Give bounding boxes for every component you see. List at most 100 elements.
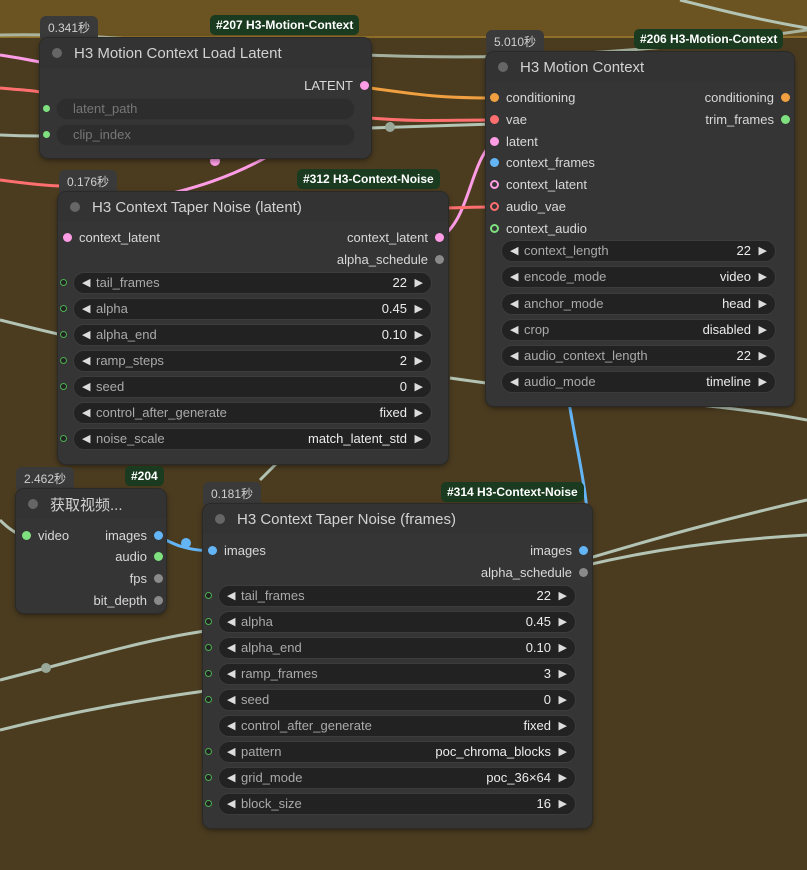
previous-arrow-icon[interactable]: ◀ — [510, 267, 518, 287]
float-pin-icon[interactable] — [154, 574, 163, 583]
widget-input-pin-icon[interactable] — [205, 696, 212, 703]
widget-alpha[interactable]: ◀ alpha 0.45 ▶ — [205, 611, 576, 633]
node-206-title-bar[interactable]: H3 Motion Context — [486, 52, 794, 82]
latent-pin-icon[interactable] — [360, 81, 369, 90]
output-bit-depth[interactable]: bit_depth — [94, 591, 163, 611]
widget-tail-frames[interactable]: ◀ tail_frames 22 ▶ — [205, 585, 576, 607]
widget-encode-mode[interactable]: ◀ encode_mode video ▶ — [501, 266, 776, 288]
increment-arrow-icon[interactable]: ▶ — [559, 638, 567, 658]
input-context-audio[interactable]: context_audio — [490, 219, 587, 239]
widget-anchor-mode[interactable]: ◀ anchor_mode head ▶ — [501, 293, 776, 315]
widget-input-pin-icon[interactable] — [205, 592, 212, 599]
input-context-latent[interactable]: context_latent — [490, 175, 587, 195]
node-207-title-bar[interactable]: H3 Motion Context Load Latent — [40, 38, 371, 68]
int-pin-icon[interactable] — [781, 115, 790, 124]
decrement-arrow-icon[interactable]: ◀ — [227, 664, 235, 684]
image-pin-icon[interactable] — [154, 531, 163, 540]
widget-context-length[interactable]: ◀ context_length 22 ▶ — [501, 240, 776, 262]
decrement-arrow-icon[interactable]: ◀ — [227, 638, 235, 658]
decrement-arrow-icon[interactable]: ◀ — [510, 346, 518, 366]
widget-input-pin-icon[interactable] — [60, 305, 67, 312]
widget-input-pin-icon[interactable] — [43, 105, 50, 112]
widget-audio-context-length[interactable]: ◀ audio_context_length 22 ▶ — [501, 345, 776, 367]
widget-clip-index[interactable]: clip_index — [43, 124, 355, 146]
previous-arrow-icon[interactable]: ◀ — [227, 742, 235, 762]
decrement-arrow-icon[interactable]: ◀ — [82, 299, 90, 319]
next-arrow-icon[interactable]: ▶ — [759, 267, 767, 287]
widget-input-pin-icon[interactable] — [60, 331, 67, 338]
next-arrow-icon[interactable]: ▶ — [759, 320, 767, 340]
widget-alpha[interactable]: ◀ alpha 0.45 ▶ — [60, 298, 432, 320]
next-arrow-icon[interactable]: ▶ — [759, 294, 767, 314]
widget-audio-mode[interactable]: ◀ audio_mode timeline ▶ — [501, 371, 776, 393]
widget-alpha-end[interactable]: ◀ alpha_end 0.10 ▶ — [205, 637, 576, 659]
widget-input-pin-icon[interactable] — [205, 618, 212, 625]
widget-input-pin-icon[interactable] — [205, 644, 212, 651]
widget-input-pin-icon[interactable] — [43, 131, 50, 138]
widget-seed[interactable]: ◀ seed 0 ▶ — [205, 689, 576, 711]
input-audio-vae[interactable]: audio_vae — [490, 197, 566, 217]
output-alpha-schedule[interactable]: alpha_schedule — [481, 563, 588, 583]
decrement-arrow-icon[interactable]: ◀ — [227, 794, 235, 814]
increment-arrow-icon[interactable]: ▶ — [415, 325, 423, 345]
previous-arrow-icon[interactable]: ◀ — [82, 403, 90, 423]
next-arrow-icon[interactable]: ▶ — [415, 403, 423, 423]
previous-arrow-icon[interactable]: ◀ — [510, 294, 518, 314]
increment-arrow-icon[interactable]: ▶ — [415, 273, 423, 293]
widget-control-after-generate[interactable]: ◀ control_after_generate fixed ▶ — [73, 402, 432, 424]
widget-input-pin-icon[interactable] — [205, 748, 212, 755]
increment-arrow-icon[interactable]: ▶ — [759, 241, 767, 261]
widget-seed[interactable]: ◀ seed 0 ▶ — [60, 376, 432, 398]
widget-input-pin-icon[interactable] — [60, 279, 67, 286]
image-pin-icon[interactable] — [208, 546, 217, 555]
collapse-dot-icon[interactable] — [498, 62, 508, 72]
latent-pin-icon[interactable] — [63, 233, 72, 242]
increment-arrow-icon[interactable]: ▶ — [415, 351, 423, 371]
node-207-load-latent[interactable]: H3 Motion Context Load Latent LATENT lat… — [40, 38, 371, 158]
decrement-arrow-icon[interactable]: ◀ — [82, 377, 90, 397]
widget-input-pin-icon[interactable] — [60, 357, 67, 364]
input-video[interactable]: video — [22, 526, 69, 546]
node-312-taper-noise-latent[interactable]: H3 Context Taper Noise (latent) context_… — [58, 192, 448, 464]
widget-control-after-generate[interactable]: ◀ control_after_generate fixed ▶ — [218, 715, 576, 737]
float-pin-icon[interactable] — [579, 568, 588, 577]
decrement-arrow-icon[interactable]: ◀ — [82, 351, 90, 371]
node-312-title-bar[interactable]: H3 Context Taper Noise (latent) — [58, 192, 448, 222]
widget-tail-frames[interactable]: ◀ tail_frames 22 ▶ — [60, 272, 432, 294]
output-latent[interactable]: LATENT — [304, 76, 369, 96]
output-trim-frames[interactable]: trim_frames — [705, 110, 790, 130]
input-vae[interactable]: vae — [490, 110, 527, 130]
audio-optional-pin-icon[interactable] — [490, 224, 499, 233]
output-fps[interactable]: fps — [130, 569, 163, 589]
input-latent[interactable]: latent — [490, 132, 538, 152]
output-images[interactable]: images — [530, 541, 588, 561]
next-arrow-icon[interactable]: ▶ — [559, 742, 567, 762]
collapse-dot-icon[interactable] — [215, 514, 225, 524]
increment-arrow-icon[interactable]: ▶ — [415, 299, 423, 319]
audio-pin-icon[interactable] — [154, 552, 163, 561]
increment-arrow-icon[interactable]: ▶ — [559, 612, 567, 632]
collapse-dot-icon[interactable] — [70, 202, 80, 212]
video-pin-icon[interactable] — [22, 531, 31, 540]
latent-pin-icon[interactable] — [490, 137, 499, 146]
input-context-frames[interactable]: context_frames — [490, 153, 595, 173]
next-arrow-icon[interactable]: ▶ — [415, 429, 423, 449]
output-images[interactable]: images — [105, 526, 163, 546]
decrement-arrow-icon[interactable]: ◀ — [82, 273, 90, 293]
widget-block-size[interactable]: ◀ block_size 16 ▶ — [205, 793, 576, 815]
input-conditioning[interactable]: conditioning — [490, 88, 575, 108]
collapse-dot-icon[interactable] — [52, 48, 62, 58]
float-pin-icon[interactable] — [435, 255, 444, 264]
increment-arrow-icon[interactable]: ▶ — [559, 690, 567, 710]
widget-crop[interactable]: ◀ crop disabled ▶ — [501, 319, 776, 341]
widget-input-pin-icon[interactable] — [60, 383, 67, 390]
increment-arrow-icon[interactable]: ▶ — [559, 664, 567, 684]
vae-pin-icon[interactable] — [490, 115, 499, 124]
increment-arrow-icon[interactable]: ▶ — [415, 377, 423, 397]
image-pin-icon[interactable] — [579, 546, 588, 555]
previous-arrow-icon[interactable]: ◀ — [510, 372, 518, 392]
widget-input-pin-icon[interactable] — [205, 800, 212, 807]
widget-input-pin-icon[interactable] — [205, 670, 212, 677]
decrement-arrow-icon[interactable]: ◀ — [82, 325, 90, 345]
widget-noise-scale[interactable]: ◀ noise_scale match_latent_std ▶ — [60, 428, 432, 450]
